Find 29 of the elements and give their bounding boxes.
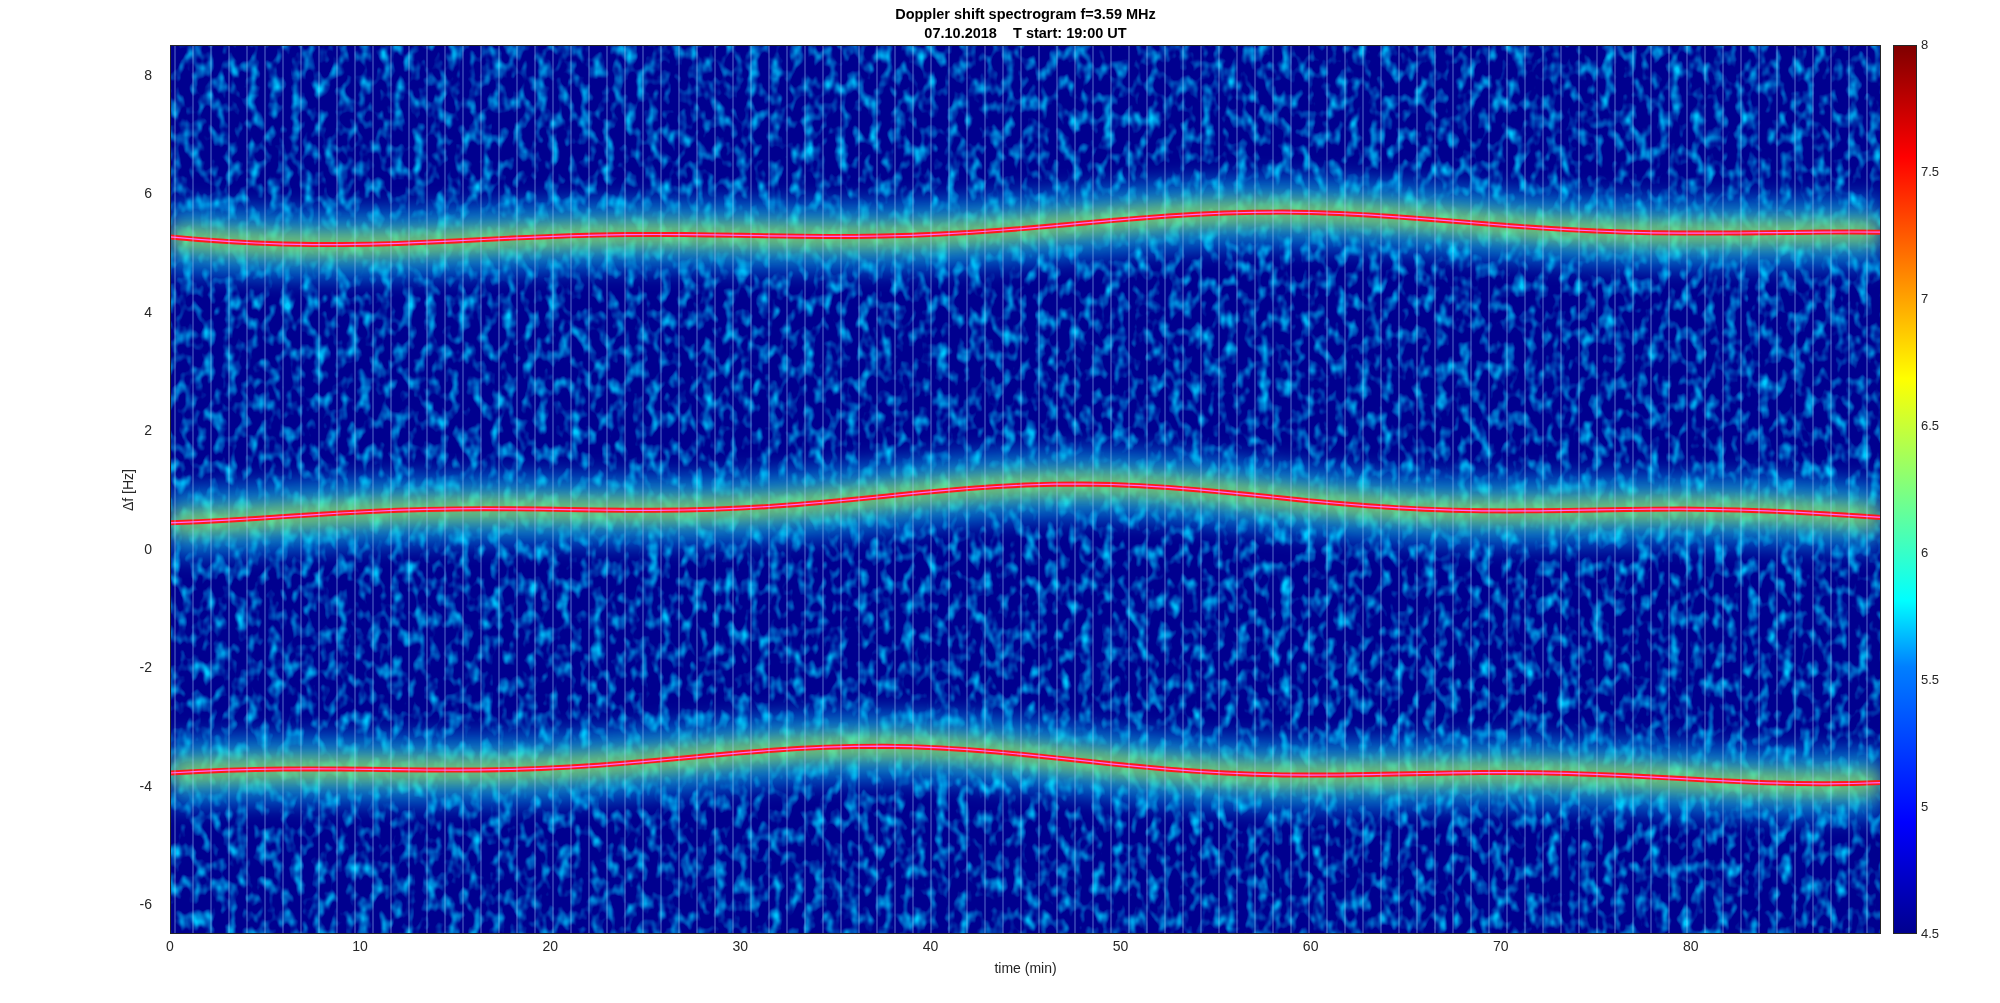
colorbar-tick-label: 6.5 (1921, 418, 1940, 434)
y-tick-label: 6 (144, 185, 152, 202)
colorbar-tick-label: 8 (1921, 37, 1929, 53)
chart-title: 07.10.2018 T start: 19:00 UT (924, 23, 1127, 43)
chart-title: Doppler shift spectrogram f=3.59 MHz (895, 4, 1156, 24)
x-tick-label: 40 (922, 938, 939, 954)
y-tick-label: -4 (139, 777, 152, 794)
colorbar-tick-label: 7.5 (1921, 164, 1940, 180)
x-tick-label: 0 (166, 938, 174, 954)
x-axis-label: time (min) (994, 960, 1057, 976)
colorbar-tick-label: 5.5 (1921, 672, 1940, 688)
x-tick-label: 70 (1493, 938, 1509, 954)
x-tick-label: 10 (352, 938, 368, 954)
y-tick-label: -6 (139, 896, 152, 913)
x-tick-label: 20 (542, 938, 558, 954)
colorbar-tick-label: 6 (1921, 545, 1929, 561)
x-tick-label: 30 (732, 938, 749, 954)
y-tick-label: 0 (144, 540, 152, 557)
y-tick-label: 8 (144, 66, 152, 83)
y-axis-label: Δf [Hz] (120, 468, 136, 511)
colorbar-tick-label: 7 (1921, 291, 1929, 307)
x-tick-label: 80 (1683, 938, 1699, 954)
x-tick-label: 60 (1302, 938, 1319, 954)
y-tick-label: 2 (144, 422, 152, 439)
y-tick-label: -2 (139, 659, 152, 676)
y-tick-label: 4 (144, 303, 152, 320)
x-tick-label: 50 (1112, 938, 1129, 954)
colorbar-tick-label: 4.5 (1921, 926, 1940, 942)
colorbar-tick-label: 5 (1921, 799, 1929, 815)
